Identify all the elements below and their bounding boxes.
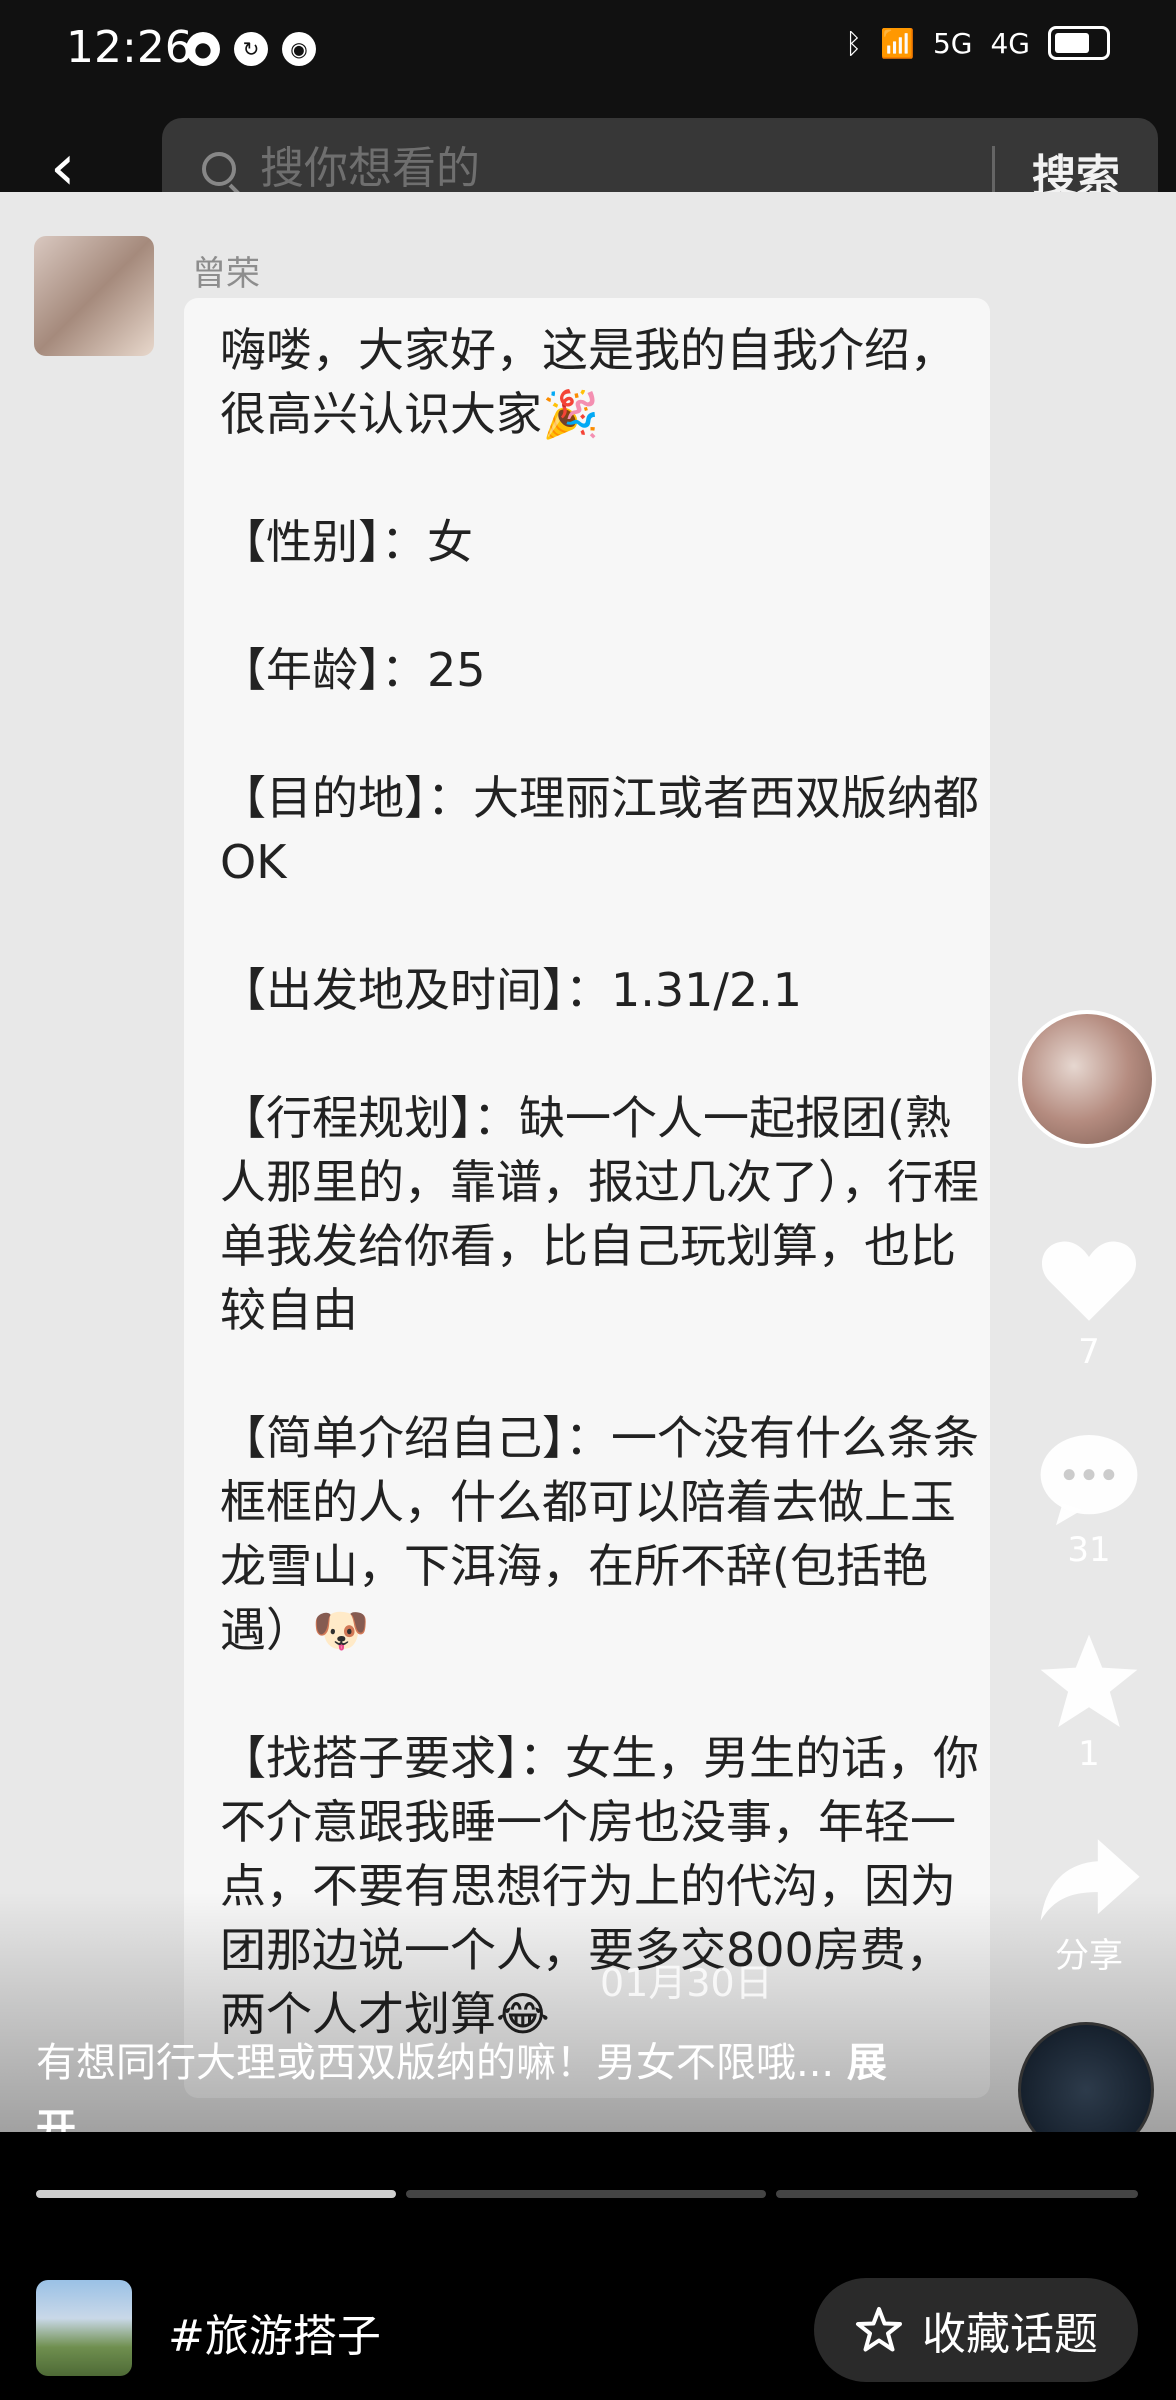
wifi-icon: 📶	[880, 26, 915, 60]
author-name[interactable]: 曾荣	[192, 246, 260, 295]
topic-thumbnail[interactable]	[36, 2280, 132, 2376]
star-outline-icon	[856, 2307, 902, 2352]
like-count: 7	[1078, 1332, 1100, 1372]
app-notification-icon: ●	[186, 32, 220, 66]
comment-icon[interactable]	[1034, 1424, 1144, 1534]
progress-segment-3	[776, 2190, 1138, 2198]
progress-segment-1	[36, 2190, 396, 2198]
back-button[interactable]: ‹	[50, 136, 100, 200]
share-icon[interactable]	[1034, 1830, 1144, 1930]
favorite-count: 1	[1078, 1734, 1100, 1774]
star-icon[interactable]	[1034, 1628, 1144, 1738]
search-icon	[202, 152, 236, 186]
progress-segment-2	[406, 2190, 766, 2198]
search-input[interactable]	[258, 142, 842, 195]
network-5g-label: 5G	[932, 26, 973, 60]
bluetooth-icon: ᛒ	[845, 26, 863, 60]
collect-topic-label: 收藏话题	[922, 2309, 1098, 2360]
creator-avatar[interactable]	[1018, 1010, 1156, 1148]
notification-icons: ● ↻ ◉	[186, 32, 316, 66]
status-bar: 12:26 ● ↻ ◉ ᛒ 📶 5G 4G	[0, 0, 1176, 100]
caption-text: 有想同行大理或西双版纳的嘛！男女不限哦...	[36, 2040, 835, 2086]
post-content-area[interactable]: 曾荣 嗨喽，大家好，这是我的自我介绍，很高兴认识大家🎉 【性别】：女 【年龄】：…	[0, 192, 1176, 2132]
author-avatar[interactable]	[34, 236, 154, 356]
heart-icon[interactable]	[1034, 1224, 1144, 1334]
post-body-text: 嗨喽，大家好，这是我的自我介绍，很高兴认识大家🎉 【性别】：女 【年龄】：25 …	[220, 323, 979, 2041]
share-label: 分享	[1055, 1936, 1123, 1976]
system-icons: ᛒ 📶 5G 4G	[845, 26, 1110, 60]
collect-topic-button[interactable]: 收藏话题	[814, 2278, 1138, 2382]
message-bubble: 嗨喽，大家好，这是我的自我介绍，很高兴认识大家🎉 【性别】：女 【年龄】：25 …	[184, 298, 990, 2098]
comment-count: 31	[1067, 1530, 1111, 1570]
sync-icon: ↻	[234, 32, 268, 66]
eye-icon: ◉	[282, 32, 316, 66]
topic-label[interactable]: #旅游搭子	[168, 2300, 381, 2364]
network-4g-label: 4G	[990, 26, 1030, 60]
search-divider	[992, 146, 995, 198]
post-date: 01月30日	[600, 1961, 773, 2005]
battery-icon	[1048, 26, 1110, 60]
status-time: 12:26	[66, 22, 193, 73]
